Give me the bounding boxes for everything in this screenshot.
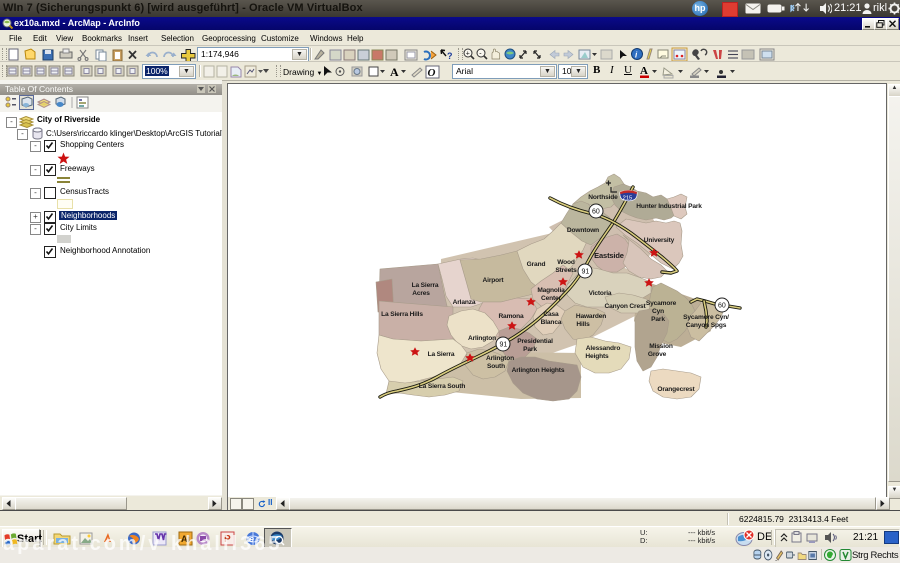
svg-text:Sycamore: Sycamore xyxy=(646,300,677,307)
svg-text:Cyn: Cyn xyxy=(652,308,664,315)
svg-text:Arlington: Arlington xyxy=(468,335,496,342)
svg-text:Victoria: Victoria xyxy=(589,290,612,297)
svg-text:Magnolia: Magnolia xyxy=(537,287,565,294)
svg-text:Canyon Spgs: Canyon Spgs xyxy=(686,322,727,329)
svg-text:Wood: Wood xyxy=(557,259,575,266)
svg-text:O: O xyxy=(428,67,436,79)
svg-text:Grove: Grove xyxy=(648,351,667,358)
svg-text:La Sierra Hills: La Sierra Hills xyxy=(381,311,423,318)
svg-text:+: + xyxy=(466,51,470,58)
svg-text:Hunter Industrial Park: Hunter Industrial Park xyxy=(636,203,702,210)
svg-text:Streets: Streets xyxy=(555,267,577,274)
svg-text:A: A xyxy=(390,65,399,79)
svg-text:Heights: Heights xyxy=(585,353,609,360)
svg-text:60: 60 xyxy=(718,303,726,310)
svg-text:A: A xyxy=(640,65,648,77)
svg-text:Airport: Airport xyxy=(483,277,505,284)
svg-text:Alessandro: Alessandro xyxy=(586,345,621,352)
svg-text:?: ? xyxy=(447,51,453,61)
svg-text:Northside: Northside xyxy=(588,194,618,201)
svg-text:91: 91 xyxy=(582,269,590,276)
svg-text:Acres: Acres xyxy=(412,290,430,297)
svg-text:La Sierra: La Sierra xyxy=(428,351,455,358)
svg-text:Casa: Casa xyxy=(543,311,559,318)
svg-text:University: University xyxy=(644,237,675,244)
svg-text:60: 60 xyxy=(592,209,600,216)
svg-text:Ramona: Ramona xyxy=(498,313,524,320)
svg-text:La Sierra South: La Sierra South xyxy=(419,383,466,390)
svg-text:Arlington Heights: Arlington Heights xyxy=(512,367,565,374)
svg-text:Grand: Grand xyxy=(527,261,546,268)
svg-text:Hills: Hills xyxy=(576,321,590,328)
svg-text:Hawarden: Hawarden xyxy=(576,313,606,320)
svg-text:Park: Park xyxy=(651,316,665,323)
svg-text:Park: Park xyxy=(523,346,537,353)
svg-text:La Sierra: La Sierra xyxy=(412,282,439,289)
svg-text:South: South xyxy=(487,363,505,370)
svg-text:215: 215 xyxy=(623,195,633,201)
svg-text:Presidential: Presidential xyxy=(517,338,553,345)
svg-text:Mission: Mission xyxy=(649,343,673,350)
svg-text:Center: Center xyxy=(541,295,562,302)
svg-text:Sycamore Cyn/: Sycamore Cyn/ xyxy=(683,314,729,321)
svg-text:Downtown: Downtown xyxy=(567,227,599,234)
svg-text:91: 91 xyxy=(500,342,508,349)
svg-text:Blanca: Blanca xyxy=(541,319,562,326)
svg-text:Eastside: Eastside xyxy=(594,251,624,260)
svg-text:Arlington: Arlington xyxy=(486,355,514,362)
svg-text:Arlanza: Arlanza xyxy=(453,299,476,306)
svg-text:Orangecrest: Orangecrest xyxy=(657,386,695,393)
svg-text:Canyon Crest: Canyon Crest xyxy=(604,303,646,310)
